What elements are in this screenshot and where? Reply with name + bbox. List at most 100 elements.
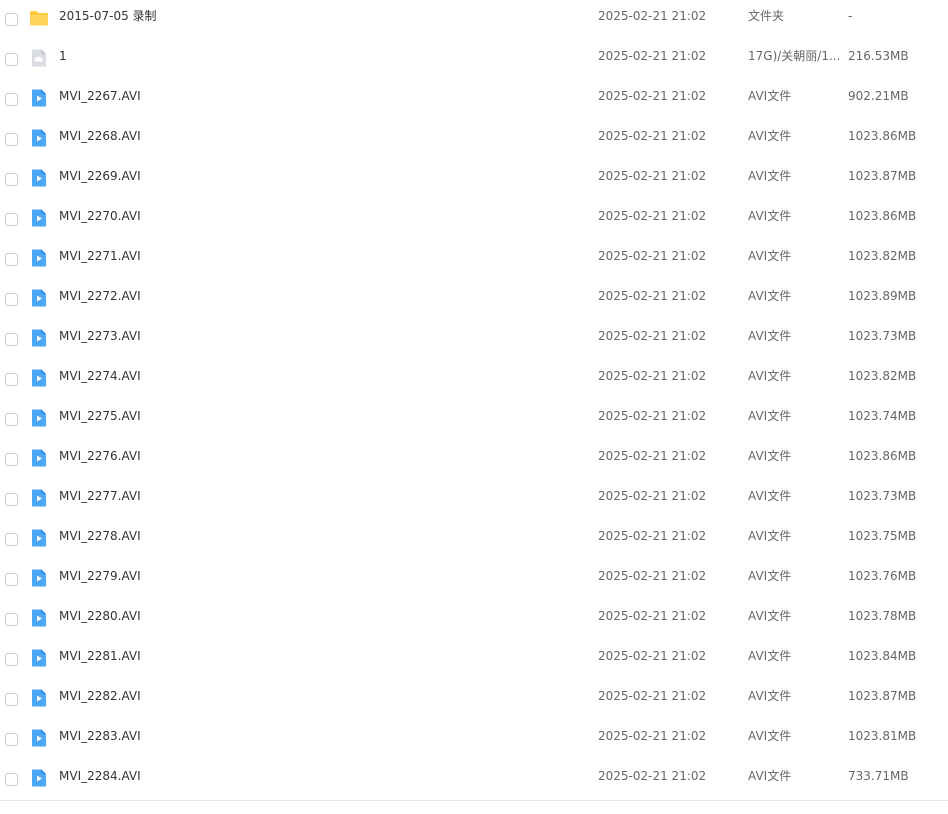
- row-checkbox[interactable]: [5, 93, 18, 106]
- file-size: 733.71MB: [848, 769, 909, 783]
- file-type: AVI文件: [748, 409, 792, 423]
- video-file-icon: [29, 288, 49, 308]
- file-type: AVI文件: [748, 289, 792, 303]
- file-type: 17G)/关朝丽/1...: [748, 49, 840, 63]
- file-row[interactable]: MVI_2278.AVI 2025-02-21 21:02 AVI文件 1023…: [0, 520, 948, 560]
- list-bottom-divider: [0, 800, 948, 801]
- file-row[interactable]: MVI_2284.AVI 2025-02-21 21:02 AVI文件 733.…: [0, 760, 948, 800]
- file-row[interactable]: MVI_2267.AVI 2025-02-21 21:02 AVI文件 902.…: [0, 80, 948, 120]
- modified-date: 2025-02-21 21:02: [598, 289, 707, 303]
- file-name[interactable]: MVI_2283.AVI: [59, 721, 141, 751]
- file-row[interactable]: 2015-07-05 录制 2025-02-21 21:02 文件夹 -: [0, 0, 948, 40]
- video-file-icon: [29, 528, 49, 548]
- row-checkbox[interactable]: [5, 173, 18, 186]
- file-row[interactable]: MVI_2279.AVI 2025-02-21 21:02 AVI文件 1023…: [0, 560, 948, 600]
- row-checkbox[interactable]: [5, 573, 18, 586]
- video-file-icon: [29, 448, 49, 468]
- file-list: 2015-07-05 录制 2025-02-21 21:02 文件夹 - 1 2…: [0, 0, 948, 801]
- video-file-icon: [29, 568, 49, 588]
- file-row[interactable]: MVI_2280.AVI 2025-02-21 21:02 AVI文件 1023…: [0, 600, 948, 640]
- modified-date: 2025-02-21 21:02: [598, 369, 707, 383]
- file-name[interactable]: MVI_2272.AVI: [59, 281, 141, 311]
- modified-date: 2025-02-21 21:02: [598, 209, 707, 223]
- video-file-icon: [29, 88, 49, 108]
- row-checkbox[interactable]: [5, 533, 18, 546]
- file-row[interactable]: MVI_2282.AVI 2025-02-21 21:02 AVI文件 1023…: [0, 680, 948, 720]
- file-type: AVI文件: [748, 569, 792, 583]
- file-row[interactable]: MVI_2275.AVI 2025-02-21 21:02 AVI文件 1023…: [0, 400, 948, 440]
- modified-date: 2025-02-21 21:02: [598, 489, 707, 503]
- file-name[interactable]: 1: [59, 41, 67, 71]
- file-type: AVI文件: [748, 729, 792, 743]
- file-type: AVI文件: [748, 689, 792, 703]
- video-file-icon: [29, 208, 49, 228]
- row-checkbox[interactable]: [5, 733, 18, 746]
- file-row[interactable]: 1 2025-02-21 21:02 17G)/关朝丽/1... 216.53M…: [0, 40, 948, 80]
- file-name[interactable]: MVI_2282.AVI: [59, 681, 141, 711]
- video-file-icon: [29, 688, 49, 708]
- row-checkbox[interactable]: [5, 333, 18, 346]
- modified-date: 2025-02-21 21:02: [598, 409, 707, 423]
- file-row[interactable]: MVI_2269.AVI 2025-02-21 21:02 AVI文件 1023…: [0, 160, 948, 200]
- row-checkbox[interactable]: [5, 293, 18, 306]
- file-size: 1023.75MB: [848, 529, 917, 543]
- video-file-icon: [29, 608, 49, 628]
- file-name[interactable]: MVI_2268.AVI: [59, 121, 141, 151]
- file-name[interactable]: MVI_2269.AVI: [59, 161, 141, 191]
- video-file-icon: [29, 648, 49, 668]
- file-row[interactable]: MVI_2271.AVI 2025-02-21 21:02 AVI文件 1023…: [0, 240, 948, 280]
- file-size: 1023.87MB: [848, 169, 917, 183]
- file-row[interactable]: MVI_2276.AVI 2025-02-21 21:02 AVI文件 1023…: [0, 440, 948, 480]
- file-type: AVI文件: [748, 169, 792, 183]
- file-row[interactable]: MVI_2283.AVI 2025-02-21 21:02 AVI文件 1023…: [0, 720, 948, 760]
- file-name[interactable]: MVI_2279.AVI: [59, 561, 141, 591]
- row-checkbox[interactable]: [5, 693, 18, 706]
- row-checkbox[interactable]: [5, 213, 18, 226]
- file-row[interactable]: MVI_2272.AVI 2025-02-21 21:02 AVI文件 1023…: [0, 280, 948, 320]
- file-name[interactable]: MVI_2276.AVI: [59, 441, 141, 471]
- file-row[interactable]: MVI_2268.AVI 2025-02-21 21:02 AVI文件 1023…: [0, 120, 948, 160]
- file-size: 1023.73MB: [848, 489, 917, 503]
- row-checkbox[interactable]: [5, 613, 18, 626]
- file-type: AVI文件: [748, 209, 792, 223]
- file-row[interactable]: MVI_2270.AVI 2025-02-21 21:02 AVI文件 1023…: [0, 200, 948, 240]
- file-name[interactable]: MVI_2277.AVI: [59, 481, 141, 511]
- modified-date: 2025-02-21 21:02: [598, 9, 707, 23]
- row-checkbox[interactable]: [5, 653, 18, 666]
- file-row[interactable]: MVI_2277.AVI 2025-02-21 21:02 AVI文件 1023…: [0, 480, 948, 520]
- file-type: 文件夹: [748, 9, 785, 23]
- row-checkbox[interactable]: [5, 53, 18, 66]
- row-checkbox[interactable]: [5, 373, 18, 386]
- modified-date: 2025-02-21 21:02: [598, 129, 707, 143]
- row-checkbox[interactable]: [5, 133, 18, 146]
- row-checkbox[interactable]: [5, 253, 18, 266]
- row-checkbox[interactable]: [5, 413, 18, 426]
- file-type: AVI文件: [748, 369, 792, 383]
- modified-date: 2025-02-21 21:02: [598, 529, 707, 543]
- file-name[interactable]: MVI_2281.AVI: [59, 641, 141, 671]
- row-checkbox[interactable]: [5, 773, 18, 786]
- row-checkbox[interactable]: [5, 493, 18, 506]
- file-size: 1023.82MB: [848, 249, 917, 263]
- video-file-icon: [29, 248, 49, 268]
- file-name[interactable]: 2015-07-05 录制: [59, 1, 157, 31]
- file-name[interactable]: MVI_2275.AVI: [59, 401, 141, 431]
- row-checkbox[interactable]: [5, 453, 18, 466]
- video-file-icon: [29, 408, 49, 428]
- file-row[interactable]: MVI_2274.AVI 2025-02-21 21:02 AVI文件 1023…: [0, 360, 948, 400]
- file-row[interactable]: MVI_2273.AVI 2025-02-21 21:02 AVI文件 1023…: [0, 320, 948, 360]
- file-name[interactable]: MVI_2274.AVI: [59, 361, 141, 391]
- modified-date: 2025-02-21 21:02: [598, 89, 707, 103]
- file-size: 1023.86MB: [848, 129, 917, 143]
- video-file-icon: [29, 768, 49, 788]
- file-name[interactable]: MVI_2271.AVI: [59, 241, 141, 271]
- file-name[interactable]: MVI_2270.AVI: [59, 201, 141, 231]
- file-name[interactable]: MVI_2284.AVI: [59, 761, 141, 791]
- file-size: 1023.84MB: [848, 649, 917, 663]
- file-name[interactable]: MVI_2278.AVI: [59, 521, 141, 551]
- row-checkbox[interactable]: [5, 13, 18, 26]
- file-name[interactable]: MVI_2273.AVI: [59, 321, 141, 351]
- file-name[interactable]: MVI_2280.AVI: [59, 601, 141, 631]
- file-row[interactable]: MVI_2281.AVI 2025-02-21 21:02 AVI文件 1023…: [0, 640, 948, 680]
- file-name[interactable]: MVI_2267.AVI: [59, 81, 141, 111]
